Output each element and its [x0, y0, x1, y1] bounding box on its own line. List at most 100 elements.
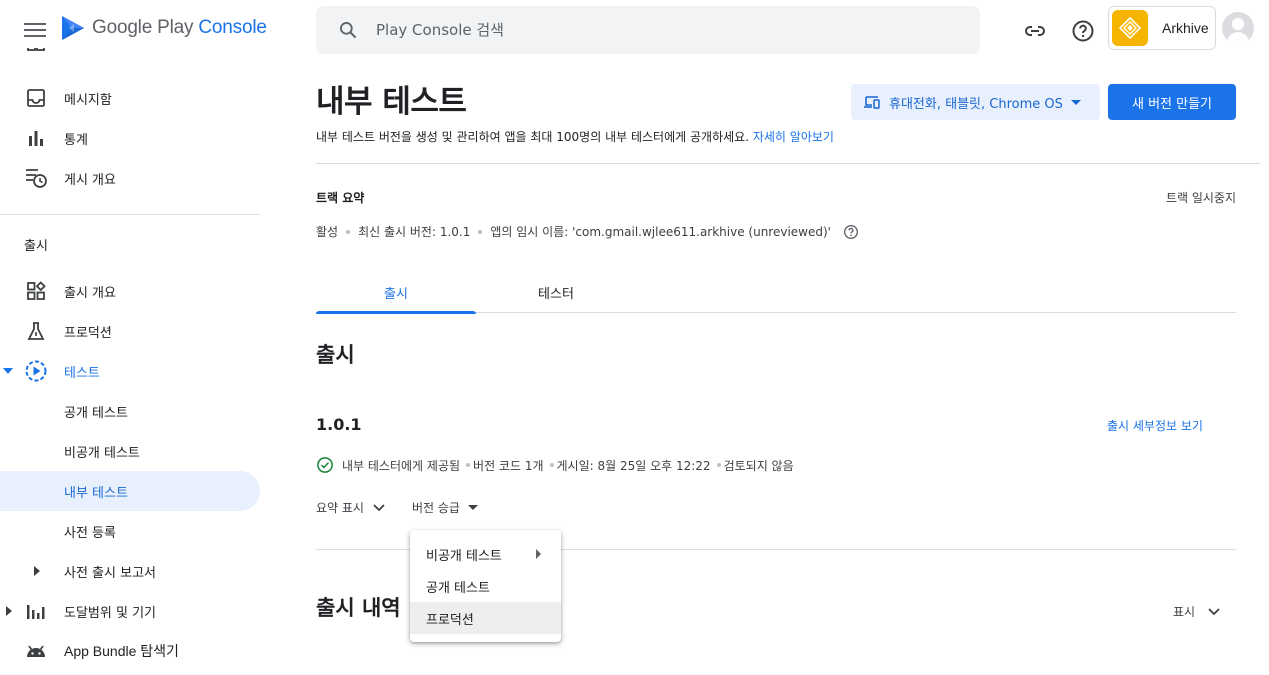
divider	[316, 163, 1260, 164]
tab-releases[interactable]: 출시	[316, 272, 476, 314]
create-new-release-button[interactable]: 새 버전 만들기	[1108, 84, 1236, 120]
learn-more-link[interactable]: 자세히 알아보기	[753, 130, 834, 144]
submenu-arrow-icon	[536, 549, 541, 559]
logo-text-console: Console	[198, 17, 267, 38]
search-input[interactable]	[376, 21, 936, 39]
release-status-row: 내부 테스터에게 제공됨 버전 코드 1개 게시일: 8월 25일 오후 12:…	[316, 456, 794, 474]
page-description: 내부 테스트 버전을 생성 및 관리하여 앱을 최대 100명의 내부 테스터에…	[316, 128, 834, 145]
app-temp-name: 앱의 임시 이름: 'com.gmail.wjlee611.arkhive (u…	[490, 225, 831, 239]
expand-arrow-right-icon[interactable]	[34, 566, 40, 576]
menu-icon[interactable]	[24, 20, 46, 40]
availability-status: 내부 테스터에게 제공됨	[342, 458, 461, 473]
tab-testers[interactable]: 테스터	[476, 272, 636, 313]
sidebar-item-inbox[interactable]: 메시지함	[0, 78, 260, 118]
promote-release-button[interactable]: 버전 승급	[412, 499, 478, 516]
menu-item-label: 비공개 테스트	[426, 548, 502, 564]
expand-arrow-down-icon[interactable]	[3, 368, 13, 374]
chevron-down-icon	[373, 503, 385, 511]
sidebar-item-label: 사전 등록	[64, 525, 116, 541]
show-summary-label: 요약 표시	[316, 501, 364, 515]
sidebar-item-reach-devices[interactable]: 도달범위 및 기기	[0, 591, 260, 631]
sidebar-item-production[interactable]: 프로덕션	[0, 311, 260, 351]
menu-item-open-testing[interactable]: 공개 테스트	[410, 570, 561, 602]
track-summary-info: 활성 최신 출시 버전: 1.0.1 앱의 임시 이름: 'com.gmail.…	[316, 223, 859, 240]
devices-icon	[864, 96, 880, 109]
sidebar-item-pre-registration[interactable]: 사전 등록	[0, 511, 260, 551]
sidebar-item-label: 메시지함	[64, 92, 112, 108]
device-type-label: 휴대전화, 태블릿, Chrome OS	[889, 96, 1063, 112]
sidebar-item-closed-testing[interactable]: 비공개 테스트	[0, 431, 260, 471]
releases-heading: 출시	[316, 343, 355, 367]
play-circle-icon	[24, 360, 48, 382]
sidebar-item-label: 비공개 테스트	[64, 445, 140, 461]
separator-dot	[549, 463, 554, 467]
promote-release-label: 버전 승급	[411, 501, 460, 515]
view-release-details-link[interactable]: 출시 세부정보 보기	[1107, 417, 1203, 434]
dropdown-arrow-icon	[467, 505, 478, 510]
description-text: 내부 테스트 버전을 생성 및 관리하여 앱을 최대 100명의 내부 테스터에…	[316, 130, 750, 144]
sidebar-item-publishing-overview[interactable]: 게시 개요	[0, 158, 260, 198]
sidebar-item-testing[interactable]: 테스트	[0, 351, 260, 391]
avatar[interactable]	[1222, 12, 1254, 44]
dropdown-arrow-icon	[1070, 99, 1081, 105]
app-icon	[1112, 10, 1148, 46]
account-switcher[interactable]: Arkhive	[1108, 6, 1216, 50]
help-icon[interactable]	[843, 224, 859, 240]
separator-dot	[346, 229, 351, 234]
chevron-down-icon	[1208, 607, 1220, 615]
tab-bar: 출시 테스터	[316, 272, 1236, 314]
menu-item-production[interactable]: 프로덕션	[410, 602, 561, 634]
sidebar-item-label: 통계	[64, 132, 88, 148]
track-status: 활성	[316, 225, 339, 239]
sidebar-item-open-testing[interactable]: 공개 테스트	[0, 391, 260, 431]
show-history-toggle[interactable]: 표시	[1173, 603, 1221, 620]
sidebar-nav: 메시지함 통계 게시 개요 출시 출시 개요 프로덕션 테스트 공개 테스트 비…	[0, 48, 262, 675]
review-status: 검토되지 않음	[723, 458, 794, 473]
sidebar-item-dashboard-partial[interactable]	[0, 48, 260, 62]
search-icon	[340, 22, 357, 39]
inbox-icon	[24, 88, 48, 108]
flask-icon	[24, 321, 48, 341]
release-version: 1.0.1	[316, 415, 362, 434]
show-label: 표시	[1173, 605, 1196, 619]
release-history-heading: 출시 내역	[316, 596, 401, 620]
check-circle-icon	[317, 457, 333, 473]
play-console-logo[interactable]: Google Play Console	[60, 14, 267, 42]
page-title: 내부 테스트	[316, 84, 467, 120]
logo-text-google-play: Google Play	[92, 17, 199, 38]
android-icon	[24, 641, 48, 661]
separator-dot	[478, 229, 483, 234]
sidebar-divider	[0, 214, 260, 215]
sidebar-item-label: 내부 테스트	[64, 485, 128, 501]
published-date: 게시일: 8월 25일 오후 12:22	[556, 458, 711, 473]
sidebar-item-app-bundle-explorer[interactable]: App Bundle 탐색기	[0, 631, 260, 671]
schedule-list-icon	[24, 168, 48, 188]
sidebar-item-label: App Bundle 탐색기	[64, 643, 179, 659]
show-summary-button[interactable]: 요약 표시	[316, 499, 386, 516]
expand-arrow-right-icon[interactable]	[6, 606, 12, 616]
link-icon[interactable]	[1023, 19, 1047, 43]
dashboard-icon	[24, 281, 48, 301]
bar-chart-icon	[24, 128, 48, 148]
sidebar-item-label: 공개 테스트	[64, 405, 128, 421]
release-actions: 요약 표시 버전 승급	[316, 499, 478, 516]
help-icon[interactable]	[1071, 19, 1095, 43]
version-codes: 버전 코드 1개	[473, 458, 544, 473]
arkhive-logo-icon	[1119, 17, 1141, 39]
separator-dot	[716, 463, 721, 467]
device-type-selector[interactable]: 휴대전화, 태블릿, Chrome OS	[851, 84, 1100, 120]
sidebar-item-label: 출시 개요	[64, 285, 116, 301]
sidebar-item-label: 테스트	[64, 365, 100, 381]
sidebar-item-release-overview[interactable]: 출시 개요	[0, 271, 260, 311]
sidebar-item-label: 사전 출시 보고서	[64, 565, 156, 581]
sidebar-item-statistics[interactable]: 통계	[0, 118, 260, 158]
pause-track-button[interactable]: 트랙 일시중지	[1166, 189, 1236, 206]
sidebar-section-release: 출시	[24, 239, 48, 254]
sidebar-item-pre-launch-report[interactable]: 사전 출시 보고서	[0, 551, 260, 591]
search-bar[interactable]	[316, 6, 980, 54]
menu-item-closed-testing[interactable]: 비공개 테스트	[410, 538, 561, 570]
menu-item-label: 프로덕션	[426, 612, 474, 628]
promote-release-menu: 비공개 테스트 공개 테스트 프로덕션	[410, 530, 561, 642]
sidebar-item-internal-testing[interactable]: 내부 테스트	[0, 471, 260, 511]
sidebar-item-label: 게시 개요	[64, 172, 116, 188]
